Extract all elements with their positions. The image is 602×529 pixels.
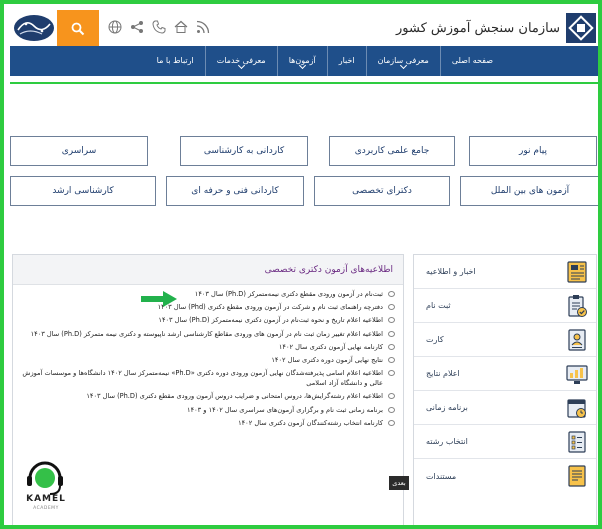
sidebar-item-schedule[interactable]: برنامه زمانی (414, 391, 596, 425)
list-item[interactable]: اطلاعیه اعلام اسامی پذیرفته‌شدگان نهایی … (21, 368, 395, 388)
sidebar-item-label: کارت (426, 335, 444, 344)
brand-logo-icon (566, 13, 596, 43)
site-logo-calligraphy[interactable] (12, 12, 56, 44)
bullet-icon (388, 356, 395, 363)
brand-name: سازمان سنجش آموزش کشور (396, 20, 560, 36)
brand[interactable]: سازمان سنجش آموزش کشور (396, 12, 596, 44)
bullet-icon (388, 370, 395, 377)
phone-icon[interactable] (152, 20, 166, 34)
nav-item-contact[interactable]: ارتباط با ما (146, 46, 206, 76)
sidebar-item-documents[interactable]: مستندات (414, 459, 596, 493)
sidebar-item-label: اعلام نتایج (426, 369, 460, 378)
announcement-list: ثبت‌نام در آزمون ورودی مقطع دکتری نیمه‌م… (13, 285, 403, 428)
list-item[interactable]: اطلاعیه اعلام رشته‌گرایش‌ها، دروس امتحان… (21, 391, 395, 401)
watermark-brand: KAMEL (26, 494, 66, 504)
sidebar-item-label: انتخاب رشته (426, 437, 468, 446)
exam-button-national[interactable]: سراسری (10, 136, 148, 166)
sidebar-item-label: مستندات (426, 471, 457, 481)
panel-header: اطلاعیه‌های آزمون دکتری تخصصی (13, 255, 403, 285)
bullet-icon (388, 304, 395, 311)
newspaper-icon (567, 260, 587, 283)
bullet-icon (388, 317, 395, 324)
nav-item-exams[interactable]: آزمون‌ها (278, 46, 328, 76)
rss-icon[interactable] (196, 20, 210, 34)
sidebar-item-label: اخبار و اطلاعیه (426, 267, 476, 276)
exam-button-international[interactable]: آزمون های بین الملل (460, 176, 598, 206)
sitemap-icon[interactable] (108, 20, 122, 34)
nav-item-services[interactable]: معرفی خدمات (206, 46, 278, 76)
page-frame: سازمان سنجش آموزش کشور صفحه اصلی معرفی س… (0, 0, 602, 529)
nav-item-about[interactable]: معرفی سازمان (367, 46, 441, 76)
sidebar: اخبار و اطلاعیه ثبت نام کارت اعلام نتایج… (413, 254, 597, 525)
exam-button-associate-to-bachelor[interactable]: کاردانی به کارشناسی (180, 136, 308, 166)
calendar-clock-icon (567, 398, 586, 418)
list-item[interactable]: اطلاعیه اعلام تاریخ و نحوه ثبت‌نام در آز… (21, 315, 395, 325)
announcements-panel: اطلاعیه‌های آزمون دکتری تخصصی ثبت‌نام در… (12, 254, 409, 525)
panel-title: اطلاعیه‌های آزمون دکتری تخصصی (264, 264, 393, 275)
document-icon (568, 465, 586, 487)
sidebar-item-card[interactable]: کارت (414, 323, 596, 357)
exam-button-phd[interactable]: دکترای تخصصی (314, 176, 450, 206)
monitor-chart-icon (566, 364, 588, 384)
next-button[interactable]: بعدی (389, 476, 409, 490)
bullet-icon (388, 393, 395, 400)
clipboard-check-icon (568, 294, 587, 317)
main-nav: صفحه اصلی معرفی سازمان اخبار آزمون‌ها مع… (10, 46, 598, 76)
bullet-icon (388, 330, 395, 337)
sidebar-item-label: برنامه زمانی (426, 403, 468, 412)
sidebar-item-field-selection[interactable]: انتخاب رشته (414, 425, 596, 459)
nav-item-home[interactable]: صفحه اصلی (441, 46, 504, 76)
home-icon[interactable] (174, 20, 188, 34)
share-icon[interactable] (130, 20, 144, 34)
list-item[interactable]: اطلاعیه اعلام تغییر زمان ثبت نام در آزمو… (21, 329, 395, 339)
exam-button-applied-science[interactable]: جامع علمی کاربردی (329, 136, 455, 166)
nav-item-news[interactable]: اخبار (328, 46, 367, 76)
bullet-icon (388, 406, 395, 413)
bullet-icon (388, 291, 395, 297)
bullet-icon (388, 419, 395, 426)
headset-logo-icon (27, 461, 63, 495)
list-item[interactable]: دفترچه راهنمای ثبت نام و شرکت در آزمون و… (21, 302, 395, 312)
id-card-icon (568, 328, 586, 351)
list-item[interactable]: کارنامه انتخاب رشته‌کنندگان آزمون دکتری … (21, 418, 395, 428)
search-button[interactable] (57, 10, 99, 48)
sidebar-item-news[interactable]: اخبار و اطلاعیه (414, 255, 596, 289)
watermark-sub: ACADEMY (33, 506, 59, 511)
sidebar-item-results[interactable]: اعلام نتایج (414, 357, 596, 391)
list-item[interactable]: کارنامه نهایی آزمون دکتری سال ۱۴۰۲ (21, 342, 395, 352)
exam-button-payam-noor[interactable]: پیام نور (469, 136, 597, 166)
checklist-icon (568, 430, 586, 453)
exam-button-masters[interactable]: کارشناسی ارشد (10, 176, 156, 206)
top-bar: سازمان سنجش آموزش کشور (10, 10, 598, 48)
exam-button-technical-vocational[interactable]: کاردانی فنی و حرفه ای (166, 176, 304, 206)
list-item[interactable]: نتایج نهایی آزمون دوره دکتری سال ۱۴۰۲ (21, 355, 395, 365)
sidebar-item-label: ثبت نام (426, 301, 451, 310)
bullet-icon (388, 343, 395, 350)
sidebar-item-registration[interactable]: ثبت نام (414, 289, 596, 323)
list-item[interactable]: برنامه زمانی ثبت نام و برگزاری آزمون‌های… (21, 405, 395, 415)
list-item[interactable]: ثبت‌نام در آزمون ورودی مقطع دکتری نیمه‌م… (21, 289, 395, 299)
green-arrow-icon (141, 291, 177, 307)
search-icon (71, 22, 85, 36)
section-divider (10, 82, 598, 84)
